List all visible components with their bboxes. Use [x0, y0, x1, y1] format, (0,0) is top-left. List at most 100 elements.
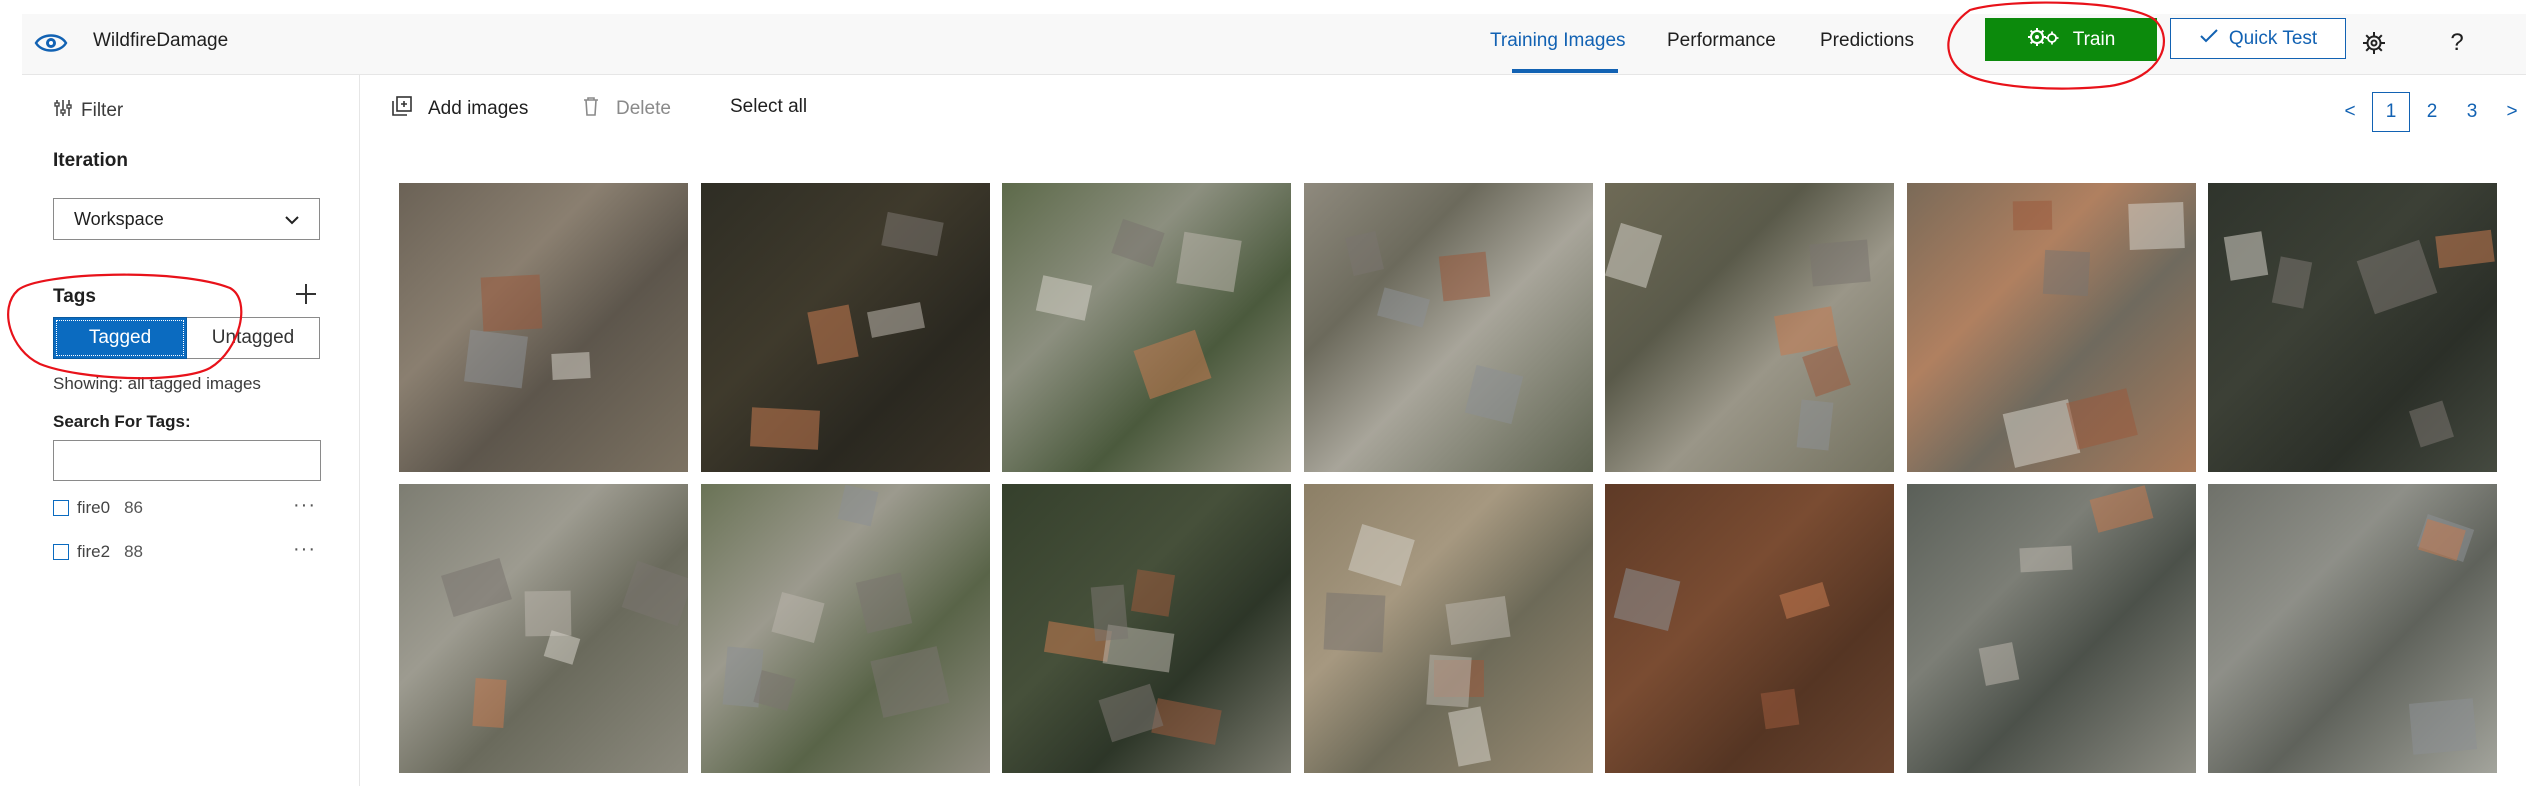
- iteration-select[interactable]: Workspace: [53, 198, 320, 240]
- trash-icon: [582, 96, 600, 122]
- gallery-image-thumbnail[interactable]: [399, 484, 688, 773]
- gallery-image-thumbnail[interactable]: [399, 183, 688, 472]
- add-images-button[interactable]: Add images: [392, 96, 528, 122]
- gallery-image-thumbnail[interactable]: [1303, 183, 1593, 472]
- tags-heading: Tags: [53, 286, 96, 307]
- search-tags-input[interactable]: [53, 440, 321, 481]
- tagged-toggle-button[interactable]: Tagged: [53, 317, 187, 359]
- image-feature: [1130, 569, 1176, 617]
- image-feature: [1344, 231, 1384, 276]
- tag-more-icon[interactable]: ···: [293, 538, 316, 561]
- gallery-image-thumbnail[interactable]: [1906, 183, 2196, 472]
- active-tab-underline: [1512, 69, 1618, 73]
- gallery-image-thumbnail[interactable]: [2208, 183, 2497, 472]
- image-feature: [749, 407, 820, 450]
- image-feature: [1111, 218, 1165, 268]
- tag-item-fire0[interactable]: fire0 86: [53, 497, 143, 519]
- filter-label: Filter: [81, 100, 124, 121]
- image-feature: [472, 677, 507, 729]
- image-feature: [551, 352, 591, 380]
- eye-icon[interactable]: [34, 28, 68, 58]
- image-feature: [806, 304, 859, 365]
- tag-item-fire2[interactable]: fire2 88: [53, 541, 143, 563]
- image-feature: [2435, 229, 2495, 269]
- tag-count: 88: [124, 542, 143, 561]
- image-feature: [2408, 400, 2455, 448]
- checkmark-icon: [2199, 28, 2219, 50]
- image-feature: [1133, 329, 1212, 400]
- filter-button[interactable]: Filter: [53, 98, 123, 124]
- showing-status: Showing: all tagged images: [53, 374, 261, 393]
- image-feature: [2223, 231, 2269, 281]
- image-feature: [1779, 581, 1830, 620]
- pagination-prev[interactable]: <: [2340, 92, 2360, 132]
- pagination-next[interactable]: >: [2502, 92, 2522, 132]
- gallery-image-thumbnail[interactable]: [1002, 484, 1291, 773]
- iteration-heading: Iteration: [53, 150, 128, 171]
- tab-training-images[interactable]: Training Images: [1490, 30, 1626, 52]
- image-feature: [855, 572, 912, 634]
- tag-checkbox[interactable]: [53, 500, 69, 516]
- sidebar-divider: [359, 75, 360, 786]
- image-feature: [1438, 251, 1490, 302]
- image-feature: [1444, 596, 1511, 645]
- delete-button[interactable]: Delete: [582, 96, 671, 122]
- gallery-image-thumbnail[interactable]: [700, 484, 990, 773]
- image-feature: [1090, 584, 1129, 642]
- image-feature: [1802, 345, 1851, 397]
- gears-icon: [2027, 26, 2059, 54]
- gallery-image-thumbnail[interactable]: [1605, 183, 1894, 472]
- gallery-image-thumbnail[interactable]: [700, 183, 990, 472]
- pagination-page-1[interactable]: 1: [2372, 92, 2410, 132]
- tag-count: 86: [124, 498, 143, 517]
- add-image-icon: [392, 96, 412, 122]
- delete-label: Delete: [616, 98, 671, 119]
- add-images-label: Add images: [428, 98, 529, 119]
- tag-name: fire0: [77, 498, 111, 517]
- image-feature: [1447, 706, 1491, 767]
- image-feature: [1809, 239, 1871, 287]
- train-button[interactable]: Train: [1985, 18, 2157, 61]
- image-feature: [1605, 222, 1663, 289]
- image-feature: [1425, 654, 1472, 708]
- image-feature: [2089, 485, 2153, 533]
- image-feature: [2065, 388, 2138, 450]
- select-all-button[interactable]: Select all: [730, 96, 807, 118]
- untagged-toggle-button[interactable]: Untagged: [187, 317, 320, 359]
- gallery-image-thumbnail[interactable]: [2208, 484, 2497, 773]
- image-feature: [1978, 642, 2019, 686]
- quick-test-button[interactable]: Quick Test: [2170, 18, 2346, 59]
- image-feature: [1613, 567, 1681, 632]
- gallery-image-thumbnail[interactable]: [1303, 484, 1593, 773]
- image-feature: [2271, 256, 2313, 309]
- search-tags-label: Search For Tags:: [53, 412, 191, 431]
- image-feature: [2408, 698, 2478, 755]
- add-tag-icon[interactable]: [294, 282, 318, 306]
- image-feature: [1376, 287, 1430, 328]
- gallery-image-thumbnail[interactable]: [1605, 484, 1894, 773]
- pagination-page-2[interactable]: 2: [2422, 92, 2442, 132]
- image-feature: [1760, 688, 1800, 730]
- gallery-image-thumbnail[interactable]: [1002, 183, 1291, 472]
- image-feature: [524, 590, 572, 637]
- tab-predictions[interactable]: Predictions: [1820, 30, 1914, 52]
- image-feature: [866, 302, 925, 338]
- tag-more-icon[interactable]: ···: [293, 494, 316, 517]
- tag-checkbox[interactable]: [53, 544, 69, 560]
- image-feature: [770, 592, 825, 643]
- train-button-label: Train: [2072, 28, 2116, 50]
- image-feature: [1464, 364, 1523, 425]
- pagination-page-3[interactable]: 3: [2462, 92, 2482, 132]
- image-feature: [1098, 683, 1164, 743]
- image-feature: [2127, 202, 2185, 250]
- gallery-image-thumbnail[interactable]: [1906, 484, 2196, 773]
- image-feature: [1796, 399, 1834, 451]
- settings-gear-icon[interactable]: [2359, 28, 2389, 58]
- image-feature: [2018, 545, 2073, 573]
- image-feature: [621, 560, 688, 627]
- image-feature: [543, 630, 581, 665]
- help-icon[interactable]: ?: [2442, 28, 2472, 58]
- app-name[interactable]: WildfireDamage: [93, 30, 228, 52]
- tab-performance[interactable]: Performance: [1667, 30, 1776, 52]
- image-feature: [441, 558, 512, 617]
